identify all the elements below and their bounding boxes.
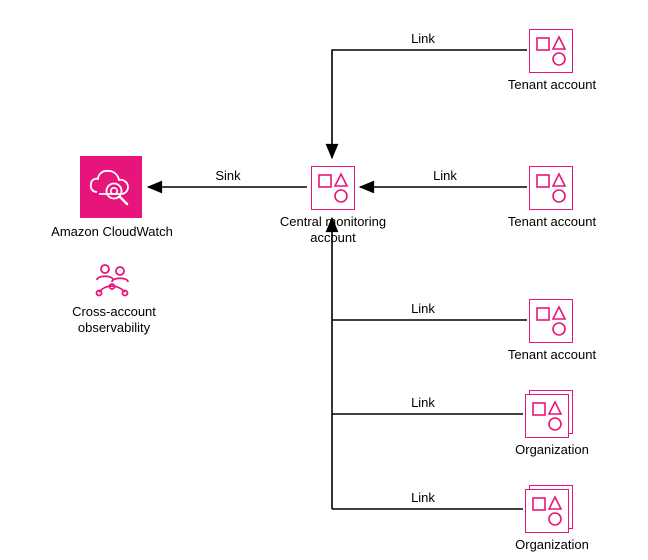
tenant1-icon — [529, 29, 573, 73]
central-account-icon — [311, 166, 355, 210]
cloudwatch-icon — [80, 156, 142, 218]
cross-account-icon — [93, 262, 133, 305]
edge-sink-label: Sink — [203, 168, 253, 183]
tenant2-icon — [529, 166, 573, 210]
tenant3-label: Tenant account — [500, 347, 604, 363]
cloudwatch-label: Amazon CloudWatch — [40, 224, 184, 240]
tenant2-label: Tenant account — [500, 214, 604, 230]
edge-link2-label: Link — [420, 168, 470, 183]
edge-link5-label: Link — [398, 490, 448, 505]
org1-icon — [525, 390, 571, 436]
edge-link1-label: Link — [398, 31, 448, 46]
edge-link3-label: Link — [398, 301, 448, 316]
cross-account-label: Cross-account observability — [56, 304, 172, 337]
edge-link4-label: Link — [398, 395, 448, 410]
org2-label: Organization — [505, 537, 599, 553]
org1-label: Organization — [505, 442, 599, 458]
central-account-label: Central monitoring account — [271, 214, 395, 247]
tenant1-label: Tenant account — [500, 77, 604, 93]
org2-icon — [525, 485, 571, 531]
edge-link1 — [332, 50, 527, 158]
tenant3-icon — [529, 299, 573, 343]
